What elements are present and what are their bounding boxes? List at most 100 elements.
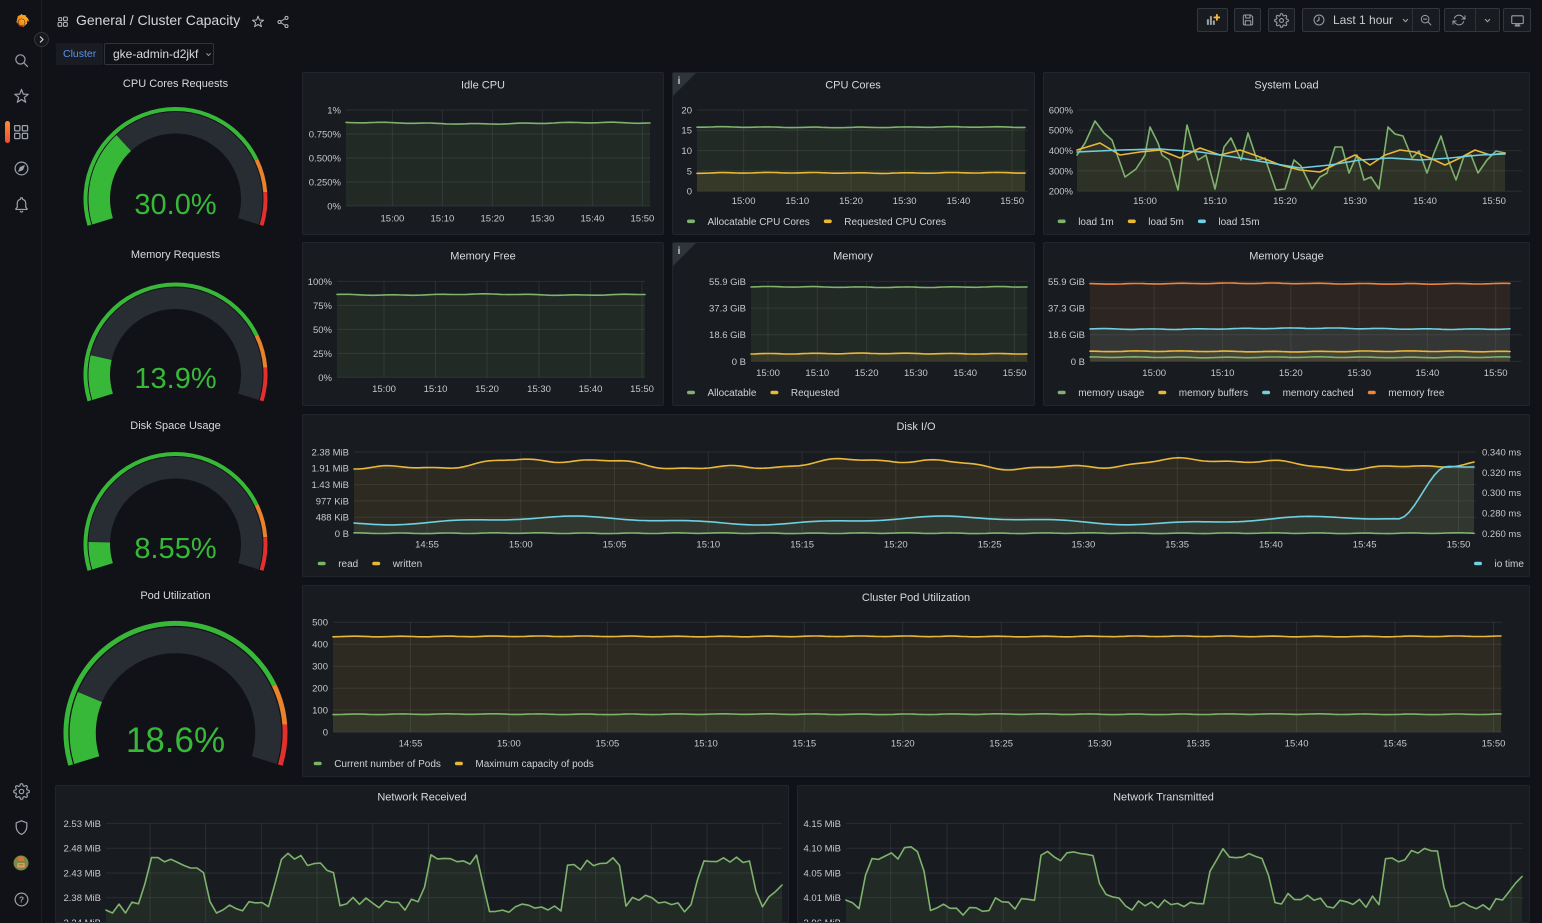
svg-text:18.6 GiB: 18.6 GiB [1048,330,1085,341]
svg-text:15:00: 15:00 [509,539,533,550]
svg-text:50%: 50% [313,325,333,336]
svg-text:300: 300 [312,662,328,673]
svg-text:2.34 MiB: 2.34 MiB [64,918,102,923]
svg-text:15:40: 15:40 [581,213,605,224]
svg-text:15:05: 15:05 [603,539,627,550]
svg-text:25%: 25% [313,349,333,360]
svg-text:load 15m: load 15m [1218,217,1259,228]
svg-text:1.43 MiB: 1.43 MiB [312,480,350,491]
svg-text:15:20: 15:20 [475,384,499,395]
svg-text:0.250%: 0.250% [309,177,342,188]
svg-text:memory usage: memory usage [1078,388,1145,399]
svg-text:200%: 200% [1049,187,1074,198]
svg-text:io time: io time [1495,559,1525,570]
svg-text:written: written [392,559,422,570]
svg-text:15:40: 15:40 [1416,368,1440,379]
svg-text:Memory: Memory [833,250,873,262]
svg-text:100%: 100% [308,277,333,288]
svg-text:488 KiB: 488 KiB [316,513,349,524]
svg-text:15:10: 15:10 [694,738,718,749]
svg-text:0.280 ms: 0.280 ms [1482,509,1521,520]
svg-text:15:20: 15:20 [481,213,505,224]
svg-text:4.15 MiB: 4.15 MiB [804,819,842,830]
svg-text:1%: 1% [327,105,341,116]
svg-text:2.48 MiB: 2.48 MiB [64,844,102,855]
svg-text:2.38 MiB: 2.38 MiB [312,447,350,458]
svg-text:15:40: 15:40 [1413,196,1437,207]
svg-text:15:00: 15:00 [372,384,396,395]
svg-text:15:25: 15:25 [989,738,1013,749]
svg-text:0.500%: 0.500% [309,153,342,164]
svg-text:15:50: 15:50 [630,384,654,395]
svg-text:15:50: 15:50 [1000,196,1024,207]
svg-text:500%: 500% [1049,126,1074,137]
svg-text:memory cached: memory cached [1283,388,1354,399]
svg-text:15:00: 15:00 [1142,368,1166,379]
svg-text:15:50: 15:50 [1003,368,1027,379]
svg-text:15:00: 15:00 [497,738,521,749]
svg-text:15:10: 15:10 [805,368,829,379]
svg-text:1.91 MiB: 1.91 MiB [312,464,350,475]
svg-text:15:50: 15:50 [1482,196,1506,207]
svg-text:500: 500 [312,618,328,629]
svg-text:Disk I/O: Disk I/O [896,421,936,433]
svg-text:400: 400 [312,640,328,651]
svg-text:0: 0 [323,728,328,739]
svg-text:4.05 MiB: 4.05 MiB [804,868,842,879]
svg-text:15: 15 [681,126,692,137]
svg-text:15:15: 15:15 [790,539,814,550]
svg-text:0.320 ms: 0.320 ms [1482,468,1521,479]
svg-text:15:30: 15:30 [893,196,917,207]
svg-text:i: i [678,76,681,87]
svg-text:75%: 75% [313,301,333,312]
svg-text:15:10: 15:10 [431,213,455,224]
svg-text:15:15: 15:15 [792,738,816,749]
svg-text:15:00: 15:00 [732,196,756,207]
svg-text:Network Transmitted: Network Transmitted [1113,791,1214,803]
svg-text:4.10 MiB: 4.10 MiB [804,844,842,855]
svg-text:0.260 ms: 0.260 ms [1482,529,1521,540]
svg-text:15:20: 15:20 [839,196,863,207]
svg-text:15:10: 15:10 [424,384,448,395]
svg-text:15:50: 15:50 [1484,368,1508,379]
svg-text:200: 200 [312,684,328,695]
svg-text:Maximum capacity of pods: Maximum capacity of pods [475,759,593,770]
svg-text:i: i [678,246,681,257]
svg-text:10: 10 [681,146,692,157]
svg-text:15:45: 15:45 [1353,539,1377,550]
svg-text:memory buffers: memory buffers [1179,388,1248,399]
svg-text:2.53 MiB: 2.53 MiB [64,819,102,830]
svg-text:15:30: 15:30 [1072,539,1096,550]
svg-text:read: read [338,559,358,570]
svg-text:15:10: 15:10 [785,196,809,207]
svg-text:0 B: 0 B [732,357,746,368]
svg-text:0.750%: 0.750% [309,129,342,140]
svg-text:0.300 ms: 0.300 ms [1482,488,1521,499]
svg-text:Allocatable CPU Cores: Allocatable CPU Cores [708,217,810,228]
svg-text:15:30: 15:30 [1343,196,1367,207]
svg-text:0%: 0% [318,373,332,384]
svg-text:15:30: 15:30 [904,368,928,379]
svg-text:15:30: 15:30 [1347,368,1371,379]
svg-text:Memory Free: Memory Free [450,250,515,262]
svg-text:0.340 ms: 0.340 ms [1482,447,1521,458]
svg-text:0 B: 0 B [335,529,349,540]
svg-text:Cluster Pod Utilization: Cluster Pod Utilization [862,592,970,604]
svg-text:CPU Cores: CPU Cores [825,79,881,91]
svg-text:0: 0 [687,187,692,198]
svg-text:15:30: 15:30 [531,213,555,224]
svg-text:0%: 0% [327,201,341,212]
svg-text:?: ? [18,894,23,904]
svg-text:15:30: 15:30 [1088,738,1112,749]
svg-text:15:50: 15:50 [1482,738,1506,749]
svg-text:400%: 400% [1049,146,1074,157]
svg-text:15:10: 15:10 [696,539,720,550]
svg-text:15:40: 15:40 [1285,738,1309,749]
svg-text:55.9 GiB: 55.9 GiB [709,277,746,288]
svg-text:Memory Usage: Memory Usage [1249,250,1324,262]
svg-text:15:20: 15:20 [855,368,879,379]
svg-text:15:35: 15:35 [1186,738,1210,749]
svg-text:Idle CPU: Idle CPU [461,79,505,91]
svg-text:15:40: 15:40 [579,384,603,395]
svg-text:15:20: 15:20 [1279,368,1303,379]
